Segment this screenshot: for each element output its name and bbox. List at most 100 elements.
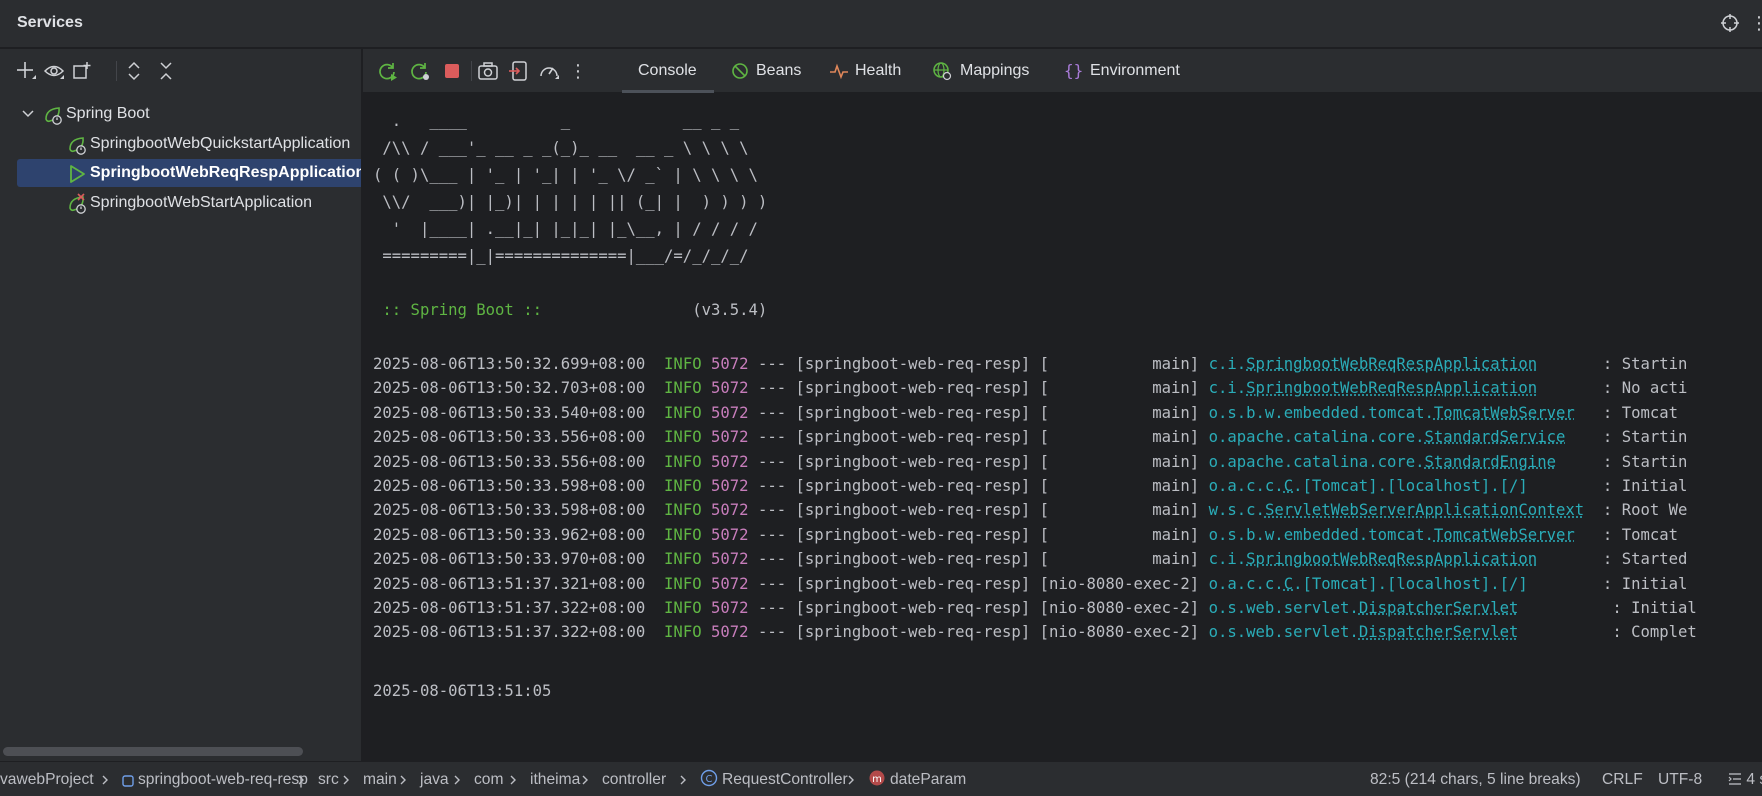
log-logger-class[interactable]: C bbox=[1284, 575, 1293, 593]
log-app: --- [springboot-web-req-resp] [ main] bbox=[757, 379, 1200, 398]
log-logger-package: o.s.b.w.embedded.tomcat. bbox=[1208, 525, 1434, 544]
tree-horizontal-scrollbar[interactable] bbox=[3, 747, 303, 756]
log-app: --- [springboot-web-req-resp] [ main] bbox=[757, 477, 1200, 495]
tab-health[interactable]: Health bbox=[829, 49, 909, 93]
log-logger-link[interactable]: o.s.b.w.embedded.tomcat.TomcatWebServer bbox=[1209, 404, 1575, 422]
log-message: : Started bbox=[1602, 550, 1688, 569]
log-logger-link[interactable]: w.s.c.ServletWebServerApplicationContext bbox=[1209, 501, 1585, 519]
log-line: 2025-08-06T13:51:37.322+08:00 INFO 5072 … bbox=[373, 619, 1697, 646]
tree-node-reqresp-app[interactable]: SpringbootWebReqRespApplication bbox=[17, 159, 361, 187]
chevron-right-icon bbox=[343, 775, 349, 785]
breadcrumb-item[interactable]: springboot-web-req-resp bbox=[122, 762, 308, 796]
log-logger-class[interactable]: TomcatWebServer bbox=[1434, 526, 1575, 544]
log-message: : Root We bbox=[1602, 501, 1688, 520]
new-group-button[interactable] bbox=[70, 59, 94, 83]
tab-console[interactable]: Console bbox=[622, 49, 714, 93]
breadcrumb-item[interactable]: vawebProject bbox=[0, 762, 94, 796]
tree-node-spring-boot[interactable]: Spring Boot bbox=[0, 100, 361, 128]
tree-node-label: SpringbootWebQuickstartApplication bbox=[90, 135, 351, 152]
spring-boot-icon bbox=[45, 107, 62, 125]
speedometer-icon bbox=[540, 67, 559, 79]
breadcrumb-item[interactable]: com bbox=[474, 762, 503, 796]
log-pid: 5072 bbox=[711, 452, 749, 471]
log-message: : Complet bbox=[1612, 623, 1697, 642]
chevron-down-icon[interactable] bbox=[20, 106, 36, 122]
log-logger-class[interactable]: TomcatWebServer bbox=[1434, 404, 1575, 422]
spring-boot-version-line: :: Spring Boot :: (v3.5.4) bbox=[373, 297, 767, 324]
log-logger-class[interactable]: C bbox=[1284, 477, 1293, 495]
restart-button[interactable] bbox=[407, 59, 431, 83]
expand-all-button[interactable] bbox=[122, 59, 146, 83]
log-logger-class[interactable]: StandardEngine bbox=[1425, 453, 1556, 471]
log-logger-class[interactable]: SpringbootWebReqRespApplication bbox=[1246, 355, 1537, 373]
log-logger-link[interactable]: o.a.c.c.C.[Tomcat].[localhost].[/] bbox=[1209, 477, 1594, 495]
log-message: : Tomcat bbox=[1602, 403, 1688, 422]
breadcrumb-item[interactable]: java bbox=[420, 762, 449, 796]
services-titlebar: Services ⋮ bbox=[0, 0, 1762, 48]
log-line: 2025-08-06T13:50:33.598+08:00 INFO 5072 … bbox=[373, 497, 1687, 524]
breadcrumb-item[interactable]: itheima bbox=[530, 762, 580, 796]
log-pid: 5072 bbox=[711, 525, 749, 544]
log-logger-class[interactable]: SpringbootWebReqRespApplication bbox=[1246, 379, 1537, 397]
breadcrumb-item[interactable]: src bbox=[318, 762, 339, 796]
log-logger-link[interactable]: o.s.web.servlet.DispatcherServlet bbox=[1209, 623, 1519, 641]
tab-beans[interactable]: Beans bbox=[730, 49, 810, 93]
log-logger-class[interactable]: ServletWebServerApplicationContext bbox=[1265, 501, 1584, 519]
log-logger-package: o.apache.catalina.core. bbox=[1208, 428, 1425, 447]
log-ts: 2025-08-06T13:50:33.540+08:00 bbox=[373, 403, 646, 422]
log-message: : Initial bbox=[1602, 574, 1688, 593]
attach-button[interactable] bbox=[507, 59, 531, 83]
log-logger-package: c.i. bbox=[1208, 379, 1247, 398]
log-logger-link[interactable]: c.i.SpringbootWebReqRespApplication bbox=[1209, 355, 1538, 373]
plus-icon bbox=[17, 62, 36, 79]
profiler-button[interactable] bbox=[537, 59, 561, 83]
log-logger-class[interactable]: DispatcherServlet bbox=[1359, 623, 1519, 641]
indent-setting[interactable]: 4 s bbox=[1728, 762, 1762, 796]
caret-position[interactable]: 82:5 (214 chars, 5 line breaks) bbox=[1370, 762, 1581, 796]
mappings-icon bbox=[933, 62, 952, 81]
file-encoding[interactable]: UTF-8 bbox=[1658, 762, 1702, 796]
breadcrumb-item[interactable]: m dateParam bbox=[868, 762, 966, 796]
console-output[interactable]: . ____ _ __ _ _ /\\ / ___'_ __ _ _(_)_ _… bbox=[363, 93, 1762, 748]
rerun-button[interactable] bbox=[375, 59, 399, 83]
log-logger-package: c.i. bbox=[1208, 550, 1247, 569]
breadcrumb-item[interactable]: controller bbox=[602, 762, 666, 796]
line-separator[interactable]: CRLF bbox=[1602, 762, 1643, 796]
log-logger-link[interactable]: c.i.SpringbootWebReqRespApplication bbox=[1209, 379, 1538, 397]
tab-mappings[interactable]: Mappings bbox=[932, 49, 1032, 93]
log-line: 2025-08-06T13:50:33.540+08:00 INFO 5072 … bbox=[373, 400, 1687, 427]
tree-node-start-app[interactable]: SpringbootWebStartApplication bbox=[0, 189, 361, 217]
breadcrumb-item[interactable]: C RequestController bbox=[700, 762, 848, 796]
log-app: --- [springboot-web-req-resp] [ main] bbox=[757, 355, 1200, 373]
collapse-all-button[interactable] bbox=[154, 59, 178, 83]
stop-button[interactable] bbox=[440, 59, 464, 83]
log-logger-link[interactable]: o.apache.catalina.core.StandardService bbox=[1209, 428, 1566, 446]
log-logger-link[interactable]: c.i.SpringbootWebReqRespApplication bbox=[1209, 550, 1538, 568]
breadcrumb-label: RequestController bbox=[722, 771, 848, 788]
log-logger-link[interactable]: o.apache.catalina.core.StandardEngine bbox=[1209, 453, 1556, 471]
log-logger-class[interactable]: StandardService bbox=[1425, 428, 1566, 446]
chevron-right-icon bbox=[298, 775, 304, 785]
more-options-icon[interactable]: ⋮ bbox=[1750, 12, 1762, 34]
log-ts: 2025-08-06T13:50:33.598+08:00 bbox=[373, 501, 646, 520]
banner-line: ' |____| .__|_| |_|_| |_\__, | / / / / bbox=[373, 220, 758, 238]
services-toolbar bbox=[0, 49, 361, 93]
log-ts: 2025-08-06T13:51:37.322+08:00 bbox=[373, 623, 646, 642]
tree-node-label: SpringbootWebStartApplication bbox=[90, 194, 313, 211]
breadcrumb-item[interactable]: main bbox=[363, 762, 397, 796]
more-actions-button[interactable]: ⋮ bbox=[566, 59, 590, 83]
add-service-button[interactable] bbox=[14, 59, 38, 83]
spring-boot-version: (v3.5.4) bbox=[692, 301, 768, 319]
tab-environment[interactable]: {} Environment bbox=[1064, 49, 1194, 93]
log-logger-link[interactable]: o.a.c.c.C.[Tomcat].[localhost].[/] bbox=[1209, 575, 1594, 593]
log-logger-link[interactable]: o.s.b.w.embedded.tomcat.TomcatWebServer bbox=[1209, 526, 1575, 544]
locate-icon[interactable] bbox=[1720, 13, 1740, 33]
log-logger-class[interactable]: DispatcherServlet bbox=[1359, 599, 1519, 617]
tree-node-quickstart-app[interactable]: SpringbootWebQuickstartApplication bbox=[0, 130, 361, 158]
log-logger-link[interactable]: o.s.web.servlet.DispatcherServlet bbox=[1209, 599, 1519, 617]
log-logger-class[interactable]: SpringbootWebReqRespApplication bbox=[1246, 550, 1537, 568]
log-logger-package: o.a.c.c. bbox=[1208, 574, 1284, 593]
log-message: : No acti bbox=[1602, 379, 1688, 398]
snapshot-button[interactable] bbox=[476, 59, 500, 83]
view-options-button[interactable] bbox=[42, 59, 66, 83]
